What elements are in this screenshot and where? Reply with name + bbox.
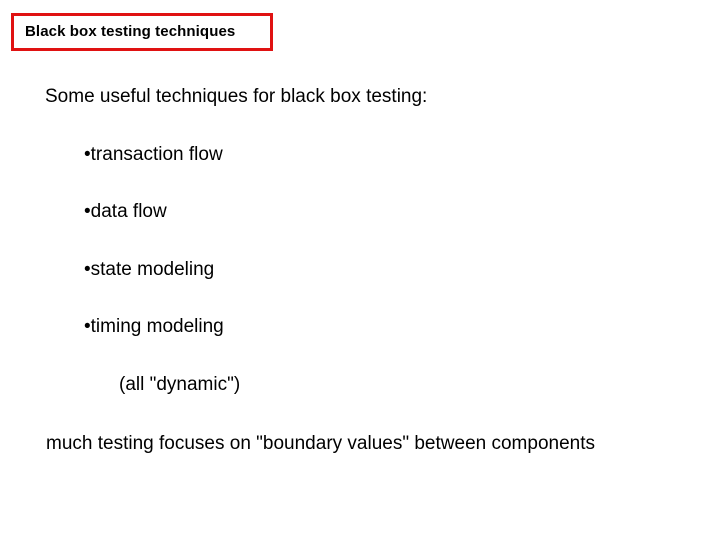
list-item: •transaction flow <box>84 142 223 168</box>
list-item-label: timing modeling <box>90 316 224 337</box>
slide-canvas: Black box testing techniques Some useful… <box>0 0 720 540</box>
list-item: •state modeling <box>84 257 214 283</box>
closing-paragraph: much testing focuses on "boundary values… <box>46 433 595 454</box>
bullet-icon: • <box>84 259 91 280</box>
list-item: •timing modeling <box>84 314 224 340</box>
bullet-icon: • <box>84 316 91 337</box>
list-item-label: data flow <box>90 201 167 222</box>
note-text: (all "dynamic") <box>119 374 241 395</box>
list-item: •data flow <box>84 199 167 225</box>
list-item-label: state modeling <box>90 259 215 280</box>
lead-in-text: Some useful techniques for black box tes… <box>45 86 428 107</box>
bullet-icon: • <box>84 144 91 165</box>
bullet-icon: • <box>84 201 91 222</box>
list-item-label: transaction flow <box>90 144 223 165</box>
slide-body: Some useful techniques for black box tes… <box>0 0 720 540</box>
